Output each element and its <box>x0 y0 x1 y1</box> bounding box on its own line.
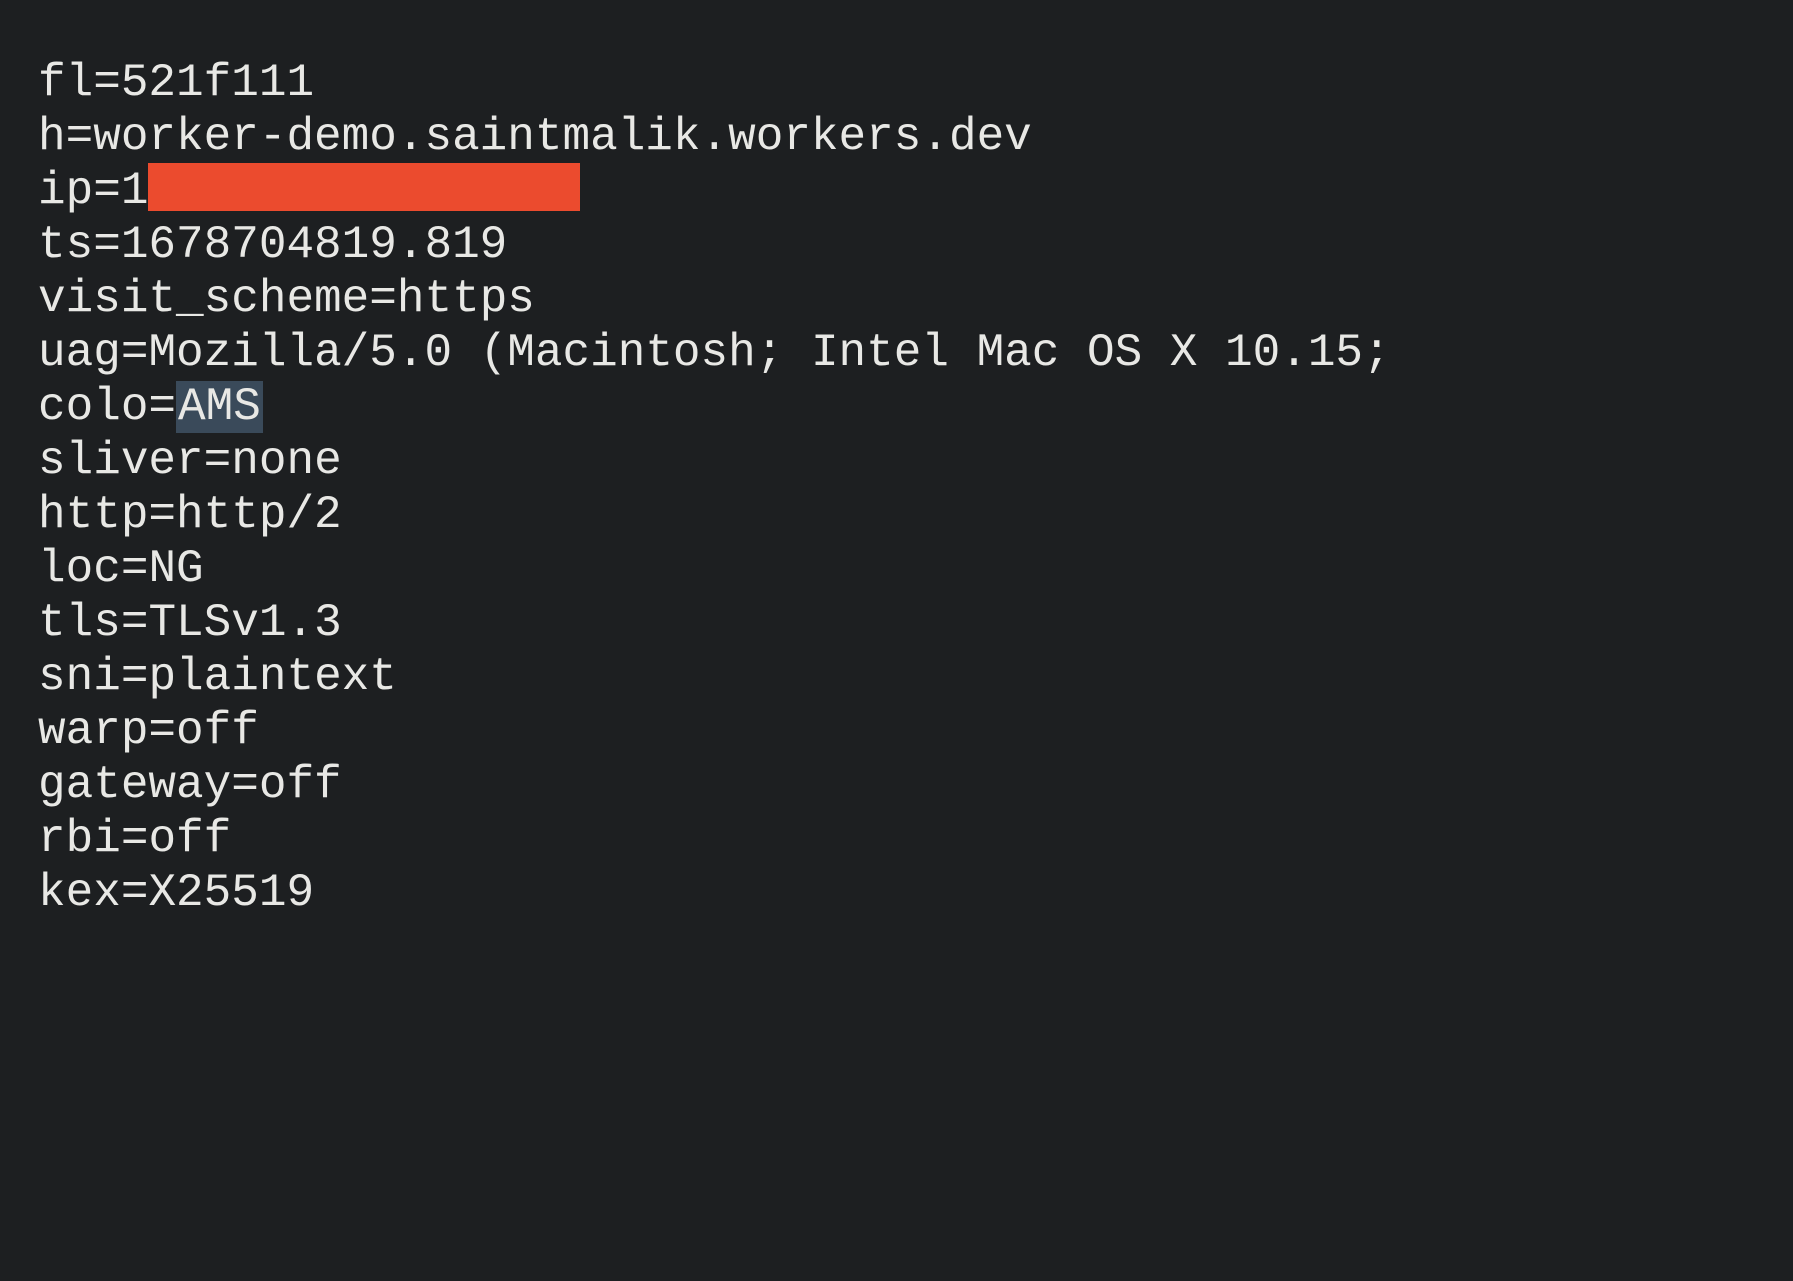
value-visit-scheme: https <box>397 273 535 325</box>
value-sliver: none <box>231 435 341 487</box>
value-colo-highlighted: AMS <box>176 381 263 433</box>
eq: = <box>121 813 149 865</box>
line-ts: ts=1678704819.819 <box>38 218 1793 272</box>
key-h: h <box>38 111 66 163</box>
key-gateway: gateway <box>38 759 231 811</box>
key-visit-scheme: visit_scheme <box>38 273 369 325</box>
key-warp: warp <box>38 705 148 757</box>
value-sni: plaintext <box>148 651 396 703</box>
line-warp: warp=off <box>38 704 1793 758</box>
line-http: http=http/2 <box>38 488 1793 542</box>
eq: = <box>148 489 176 541</box>
value-gateway: off <box>259 759 342 811</box>
line-visit-scheme: visit_scheme=https <box>38 272 1793 326</box>
redaction-block <box>148 163 580 211</box>
eq: = <box>93 165 121 217</box>
value-h: worker-demo.saintmalik.workers.dev <box>93 111 1032 163</box>
value-ip-prefix: 1 <box>121 165 149 217</box>
line-tls: tls=TLSv1.3 <box>38 596 1793 650</box>
eq: = <box>121 651 149 703</box>
key-loc: loc <box>38 543 121 595</box>
key-sni: sni <box>38 651 121 703</box>
key-tls: tls <box>38 597 121 649</box>
eq: = <box>93 57 121 109</box>
value-rbi: off <box>148 813 231 865</box>
line-loc: loc=NG <box>38 542 1793 596</box>
key-sliver: sliver <box>38 435 204 487</box>
line-colo: colo=AMS <box>38 380 1793 434</box>
line-fl: fl=521f111 <box>38 56 1793 110</box>
eq: = <box>148 381 176 433</box>
key-ts: ts <box>38 219 93 271</box>
line-kex: kex=X25519 <box>38 866 1793 920</box>
eq: = <box>93 219 121 271</box>
eq: = <box>121 543 149 595</box>
line-sliver: sliver=none <box>38 434 1793 488</box>
value-kex: X25519 <box>148 867 314 919</box>
key-uag: uag <box>38 327 121 379</box>
key-ip: ip <box>38 165 93 217</box>
eq: = <box>121 327 149 379</box>
line-ip: ip=1 <box>38 164 1793 218</box>
eq: = <box>369 273 397 325</box>
value-warp: off <box>176 705 259 757</box>
key-fl: fl <box>38 57 93 109</box>
value-ts: 1678704819.819 <box>121 219 507 271</box>
key-colo: colo <box>38 381 148 433</box>
key-kex: kex <box>38 867 121 919</box>
value-uag: Mozilla/5.0 (Macintosh; Intel Mac OS X 1… <box>148 327 1390 379</box>
eq: = <box>204 435 232 487</box>
eq: = <box>231 759 259 811</box>
eq: = <box>121 867 149 919</box>
line-sni: sni=plaintext <box>38 650 1793 704</box>
line-rbi: rbi=off <box>38 812 1793 866</box>
line-uag: uag=Mozilla/5.0 (Macintosh; Intel Mac OS… <box>38 326 1793 380</box>
line-h: h=worker-demo.saintmalik.workers.dev <box>38 110 1793 164</box>
eq: = <box>148 705 176 757</box>
value-loc: NG <box>148 543 203 595</box>
key-rbi: rbi <box>38 813 121 865</box>
eq: = <box>121 597 149 649</box>
value-fl: 521f111 <box>121 57 314 109</box>
line-gateway: gateway=off <box>38 758 1793 812</box>
value-http: http/2 <box>176 489 342 541</box>
value-tls: TLSv1.3 <box>148 597 341 649</box>
terminal-output: fl=521f111 h=worker-demo.saintmalik.work… <box>0 0 1793 920</box>
eq: = <box>66 111 94 163</box>
key-http: http <box>38 489 148 541</box>
